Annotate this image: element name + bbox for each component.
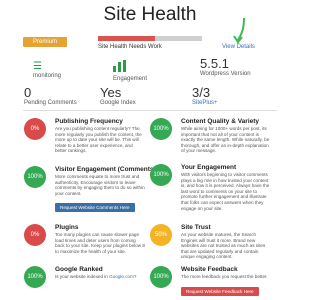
item-title: Google Ranked — [55, 266, 103, 273]
premium-badge[interactable]: Premium — [23, 37, 67, 47]
item-description: More comments equate to more trust and a… — [55, 174, 145, 196]
item-description: Too many plugins can cause slower page l… — [55, 232, 145, 254]
item-title: Your Engagement — [181, 164, 237, 171]
wp-version-label: Wordpress Version — [200, 71, 251, 77]
health-progress-fill — [98, 36, 156, 41]
score-circle: 0% — [24, 118, 46, 140]
bar-chart-icon — [113, 60, 147, 75]
stat-monitoring-label: monitoring — [33, 73, 62, 79]
desc-prefix: Is your website indexed in — [55, 274, 110, 279]
pending-comments-value: 0 — [24, 85, 32, 100]
stat-engagement: Engagement — [113, 60, 147, 82]
health-progress-bar — [98, 36, 202, 41]
item-description: While aiming for 1000+ words per post, i… — [181, 126, 270, 154]
item-description: Are you publishing content regularly? Th… — [55, 126, 142, 154]
list-icon: ☰ — [33, 61, 42, 72]
score-circle: 100% — [150, 266, 172, 288]
page-title: Site Health — [103, 4, 197, 25]
request-feedback-button[interactable]: Request Website Feedback Here — [181, 286, 259, 296]
stat-siteplus: 3/3 SitePlus+ — [192, 86, 218, 106]
score-circle: 50% — [150, 224, 172, 246]
stat-engagement-label: Engagement — [113, 76, 148, 82]
item-title: Plugins — [55, 224, 79, 231]
item-title: Visitor Engagement (Comments) — [55, 166, 156, 173]
item-title: Website Feedback — [181, 266, 238, 273]
siteplus-value: 3/3 — [192, 85, 211, 100]
score-circle: 100% — [150, 164, 172, 186]
request-comments-button[interactable]: Request Website Comments Here — [55, 203, 135, 213]
stat-monitoring: ☰ monitoring — [33, 61, 62, 80]
item-title: Publishing Frequency — [55, 118, 123, 125]
wp-version-value: 5.5.1 — [200, 56, 229, 71]
divider — [23, 110, 277, 111]
google-index-label: Google Index — [100, 100, 136, 106]
score-circle: 100% — [150, 118, 172, 140]
pending-comments-label: Pending Comments — [24, 100, 77, 106]
google-link[interactable]: Google.com — [109, 274, 134, 279]
arrow-icon — [233, 17, 245, 44]
google-index-value: Yes — [100, 85, 122, 100]
item-description: The more feedback you request the better… — [181, 274, 268, 279]
score-circle: 0% — [24, 224, 46, 246]
desc-suffix: ? — [133, 274, 137, 279]
view-details-link[interactable]: View Details — [222, 44, 255, 50]
siteplus-link[interactable]: SitePlus+ — [192, 100, 218, 106]
health-status-label: Site Health Needs Work — [98, 44, 162, 50]
stat-pending-comments: 0 Pending Comments — [24, 86, 77, 106]
stat-google-index: Yes Google Index — [100, 86, 136, 106]
stat-wp-version: 5.5.1 Wordpress Version — [200, 57, 251, 77]
item-description: As your website matures, the Search Engi… — [181, 232, 266, 260]
score-circle: 100% — [24, 266, 46, 288]
item-description: With visitors beginning to visitor comme… — [181, 172, 270, 211]
item-title: Site Trust — [181, 224, 211, 231]
score-circle: 100% — [24, 166, 46, 188]
item-description: Is your website indexed in Google.com? — [55, 274, 145, 280]
item-title: Content Quality & Variety — [181, 118, 260, 125]
